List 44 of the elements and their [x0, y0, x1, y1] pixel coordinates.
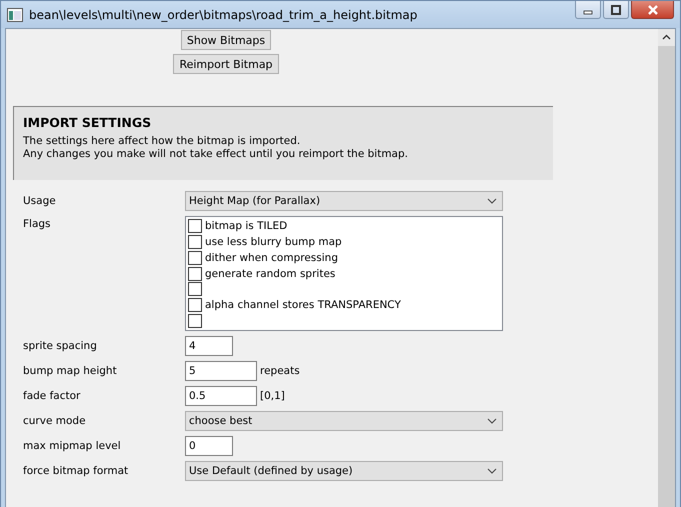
description-text: Any changes you make will not take effect until you reimport the bitmap. — [23, 148, 409, 161]
input-field[interactable]: 4 — [185, 336, 233, 356]
setting-label: Usage — [23, 194, 57, 209]
action-button[interactable]: Show Bitmaps — [180, 30, 272, 50]
checkbox-label: alpha channel stores TRANSPARENCY — [205, 299, 401, 312]
checkbox-label: generate random sprites — [205, 268, 336, 280]
window-title: bean\levels\multi\new_order\bitmaps\road_trim_a_height.bitmap — [29, 8, 418, 22]
setting-label: curve mode — [23, 414, 87, 429]
section-heading: IMPORT SETTINGS — [23, 115, 152, 130]
chevron-down-icon — [487, 198, 497, 204]
checkbox-label: use less blurry bump map — [205, 236, 342, 248]
checkbox-label: bitmap is TILED — [205, 220, 288, 232]
dropdown[interactable]: Use Default (defined by usage) — [185, 461, 503, 481]
checkbox[interactable] — [188, 234, 202, 249]
dropdown[interactable]: choose best — [185, 411, 503, 431]
close-button[interactable] — [631, 1, 674, 19]
app-icon — [7, 8, 23, 22]
setting-label: Flags — [23, 217, 52, 232]
setting-label: fade factor — [23, 389, 82, 404]
unit-label: repeats — [260, 364, 300, 379]
minimize-button[interactable] — [575, 1, 601, 19]
description-text: The settings here affect how the bitmap is imported. — [23, 135, 302, 148]
setting-label: sprite spacing — [23, 339, 98, 354]
checkbox[interactable] — [188, 266, 202, 280]
checkbox[interactable] — [188, 218, 202, 233]
checkbox[interactable] — [188, 314, 202, 328]
dropdown[interactable]: Height Map (for Parallax) — [185, 191, 503, 211]
input-field[interactable]: 0.5 — [185, 386, 257, 406]
input-field[interactable]: 5 — [185, 361, 257, 381]
input-field[interactable]: 0 — [185, 436, 233, 456]
setting-label: bump map height — [23, 364, 118, 379]
checkbox[interactable] — [188, 282, 202, 296]
checkbox-label: dither when compressing — [205, 252, 338, 264]
chevron-down-icon — [487, 418, 497, 424]
setting-label: max mipmap level — [23, 439, 122, 454]
setting-label: force bitmap format — [23, 464, 130, 479]
maximize-button[interactable] — [603, 1, 629, 19]
close-icon — [646, 4, 658, 14]
chevron-down-icon — [487, 468, 497, 474]
maximize-icon — [610, 4, 622, 14]
unit-label: [0,1] — [260, 389, 285, 404]
action-button[interactable]: Reimport Bitmap — [173, 54, 279, 74]
checkbox[interactable] — [188, 250, 202, 265]
checkbox[interactable] — [188, 298, 202, 312]
